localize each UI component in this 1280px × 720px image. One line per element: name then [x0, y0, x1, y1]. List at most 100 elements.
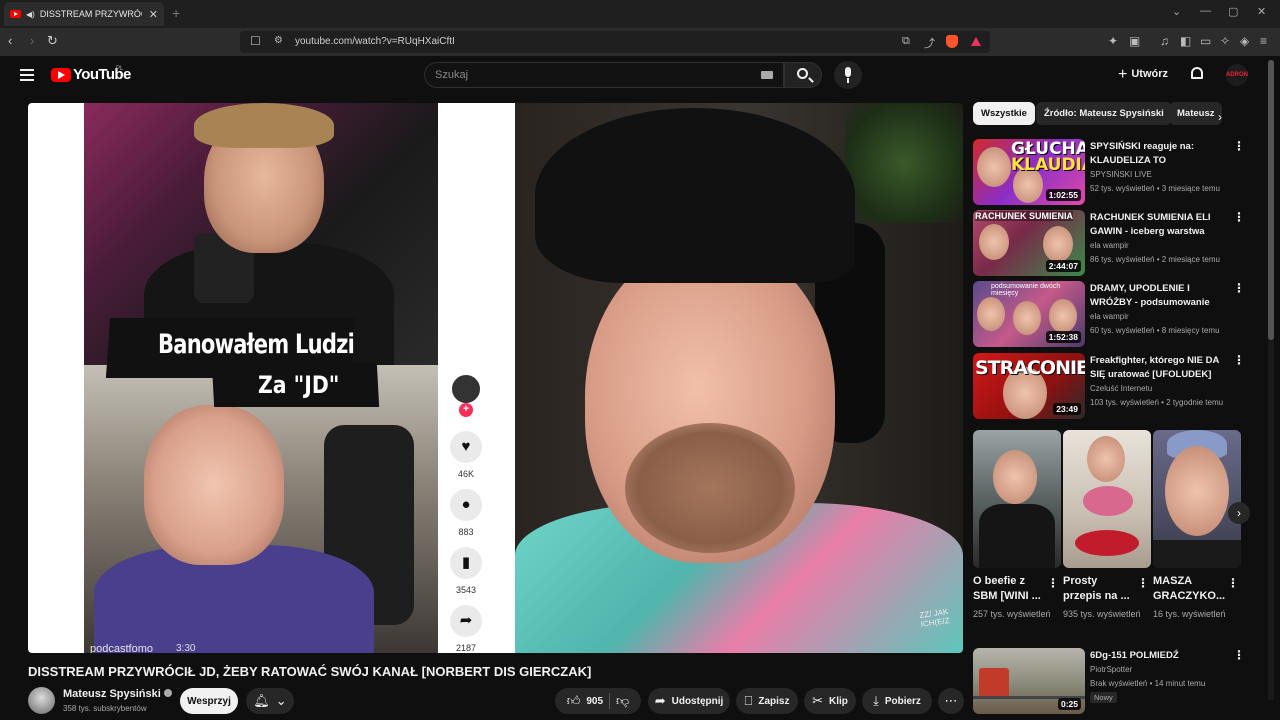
wallet-icon[interactable]: ▭	[1200, 34, 1211, 48]
more-vertical-icon[interactable]: ⋮	[1233, 139, 1245, 153]
short-item[interactable]: O beefie z SBM [WINI ... ⋮ 257 tys. wyśw…	[973, 430, 1061, 619]
leo-ai-icon[interactable]: ✧	[1220, 34, 1230, 48]
share-page-icon[interactable]: ⤴	[924, 35, 935, 51]
browser-tab[interactable]: ◀) DISSTREAM PRZYWRÓCIŁ JD ✕	[4, 2, 164, 26]
forward-icon[interactable]: ›	[30, 33, 34, 48]
open-external-icon[interactable]: ⧉	[902, 35, 910, 48]
download-button[interactable]: ⤓ Pobierz	[862, 688, 932, 714]
chevron-down-icon: ⌄	[275, 693, 287, 708]
more-vertical-icon[interactable]: ⋮	[1233, 210, 1245, 224]
reload-icon[interactable]: ↻	[47, 33, 58, 49]
tab-close-icon[interactable]: ✕	[149, 8, 158, 21]
video-player[interactable]: Banowałem Ludzi Za "JD" podcastfomo 3:30…	[28, 103, 963, 653]
more-vertical-icon[interactable]: ⋮	[1047, 576, 1059, 590]
short-thumbnail[interactable]	[973, 430, 1061, 568]
url-text[interactable]: youtube.com/watch?v=RUqHXaiCftI	[295, 36, 455, 47]
tiktok-handle-time: 3:30	[176, 643, 196, 653]
sidebar-toggle-icon[interactable]: ◧	[1180, 34, 1191, 48]
site-settings-icon[interactable]: ⚙	[274, 35, 283, 46]
youtube-logo-icon[interactable]	[51, 68, 71, 82]
video-thumbnail[interactable]: RACHUNEK SUMIENIA 2:44:07	[973, 210, 1085, 276]
bookmark-page-icon[interactable]: ☐	[250, 34, 261, 48]
short-thumbnail[interactable]	[1063, 430, 1151, 568]
window-close-icon[interactable]: ✕	[1257, 5, 1266, 18]
extensions-icon[interactable]: ✦	[1108, 34, 1118, 48]
new-tab-icon[interactable]: +	[172, 5, 180, 21]
chip-source-channel[interactable]: Źródło: Mateusz Spysiński	[1036, 102, 1172, 125]
tab-list-chevron-icon[interactable]: ⌄	[1172, 5, 1181, 18]
chip-all[interactable]: Wszystkie	[973, 102, 1035, 125]
chip-mateusz[interactable]: Mateusz	[1169, 102, 1223, 125]
shorts-next-chevron-icon[interactable]: ›	[1228, 502, 1250, 524]
thumb-down-icon[interactable]: 👎︎	[616, 693, 629, 709]
recommendation-item[interactable]: STRACONIEC 23:49 Freakfighter, którego N…	[973, 353, 1263, 419]
vpn-icon[interactable]: ◈	[1240, 34, 1249, 48]
scrollbar-thumb[interactable]	[1268, 60, 1274, 340]
search-icon	[797, 68, 808, 79]
short-views: 935 tys. wyświetleń	[1063, 609, 1141, 619]
more-vertical-icon[interactable]: ⋮	[1233, 281, 1245, 295]
short-item[interactable]: MASZA GRACZYKO... ⋮ 16 tys. wyświetleń	[1153, 430, 1241, 619]
recommendation-item[interactable]: 0:25 6Dg-151 POLMIEDŹ PiotrSpotter Brak …	[973, 648, 1263, 714]
video-thumbnail[interactable]: 0:25	[973, 648, 1085, 714]
more-vertical-icon[interactable]: ⋮	[1233, 353, 1245, 367]
recommendation-item[interactable]: GŁUCHAKLAUDIA 1:02:55 SPYSIŃSKI reaguje …	[973, 139, 1263, 205]
voice-search-icon[interactable]	[834, 61, 862, 89]
account-avatar[interactable]: ADRON	[1226, 64, 1248, 86]
search-input[interactable]: Szukaj	[424, 62, 784, 88]
youtube-favicon-icon	[10, 10, 21, 18]
notifications-bell-icon[interactable]	[1191, 67, 1203, 79]
support-button[interactable]: Wesprzyj	[180, 688, 238, 714]
more-actions-button[interactable]: ⋯	[938, 688, 964, 714]
tiktok-shares-count: 2187	[455, 643, 477, 653]
video-duration: 0:25	[1057, 698, 1081, 710]
more-vertical-icon[interactable]: ⋮	[1227, 576, 1239, 590]
save-button[interactable]: ⎕ Zapisz	[736, 688, 798, 714]
recommendation-title[interactable]: DRAMY, UPODLENIE I WRÓŻBY - podsumowanie…	[1090, 282, 1228, 310]
recommendation-channel[interactable]: SPYSIŃSKI LIVE	[1090, 170, 1152, 179]
recommendation-title[interactable]: 6Dg-151 POLMIEDŹ	[1090, 649, 1228, 663]
video-thumbnail[interactable]: podsumowanie dwóch miesięcy 1:52:38	[973, 281, 1085, 347]
channel-avatar[interactable]	[28, 687, 55, 714]
channel-name[interactable]: Mateusz Spysiński	[63, 688, 172, 700]
video-thumbnail[interactable]: GŁUCHAKLAUDIA 1:02:55	[973, 139, 1085, 205]
recommendation-title[interactable]: Freakfighter, którego NIE DA SIĘ uratowa…	[1090, 354, 1228, 382]
speaker-icon[interactable]: ◀)	[26, 10, 35, 19]
back-icon[interactable]: ‹	[8, 33, 12, 48]
recommendation-channel[interactable]: PiotrSpotter	[1090, 665, 1132, 674]
search-button[interactable]	[784, 62, 822, 88]
recommendation-channel[interactable]: Czeluść Internetu	[1090, 384, 1152, 393]
short-title[interactable]: O beefie z SBM [WINI ...	[973, 574, 1045, 604]
more-vertical-icon[interactable]: ⋮	[1137, 576, 1149, 590]
notifications-dropdown[interactable]: 🔔︎ ⌄	[246, 688, 294, 714]
short-title[interactable]: Prosty przepis na ...	[1063, 574, 1135, 604]
like-count[interactable]: 905	[586, 696, 603, 707]
create-button[interactable]: + Utwórz	[1118, 66, 1168, 84]
clip-button[interactable]: ✂ Klip	[804, 688, 856, 714]
address-bar[interactable]: ☐ ⚙ youtube.com/watch?v=RUqHXaiCftI ⧉ ⤴	[240, 31, 990, 53]
recommendation-title[interactable]: SPYSIŃSKI reaguje na: KLAUDELIZA TO NAJG…	[1090, 140, 1228, 168]
short-thumbnail[interactable]	[1153, 430, 1241, 568]
browser-menu-icon[interactable]: ≡	[1260, 34, 1267, 48]
page-scrollbar[interactable]	[1268, 60, 1274, 700]
hamburger-menu-icon[interactable]	[20, 69, 34, 81]
brave-rewards-icon[interactable]	[971, 37, 981, 46]
recommendation-channel[interactable]: ela wampir	[1090, 312, 1129, 321]
short-item[interactable]: Prosty przepis na ... ⋮ 935 tys. wyświet…	[1063, 430, 1151, 619]
chips-next-chevron-icon[interactable]: ›	[1218, 110, 1222, 124]
recommendation-item[interactable]: RACHUNEK SUMIENIA 2:44:07 RACHUNEK SUMIE…	[973, 210, 1263, 276]
maximize-icon[interactable]: ▢	[1228, 5, 1238, 18]
recommendation-title[interactable]: RACHUNEK SUMIENIA ELI GAWIN - iceberg wa…	[1090, 211, 1228, 239]
short-title[interactable]: MASZA GRACZYKO...	[1153, 574, 1225, 604]
recommendation-channel[interactable]: ela wampir	[1090, 241, 1129, 250]
minimize-icon[interactable]: —	[1200, 5, 1211, 17]
share-button[interactable]: ➦ Udostępnij	[648, 688, 730, 714]
brave-shields-icon[interactable]	[946, 35, 958, 48]
recommendation-item[interactable]: podsumowanie dwóch miesięcy 1:52:38 DRAM…	[973, 281, 1263, 347]
keyboard-icon[interactable]	[761, 71, 773, 79]
media-icon[interactable]: ♫	[1160, 34, 1169, 48]
video-thumbnail[interactable]: STRACONIEC 23:49	[973, 353, 1085, 419]
thumb-up-icon[interactable]: 👍︎	[567, 693, 581, 709]
more-vertical-icon[interactable]: ⋮	[1233, 648, 1245, 662]
tab-manager-icon[interactable]: ▣	[1129, 34, 1140, 48]
